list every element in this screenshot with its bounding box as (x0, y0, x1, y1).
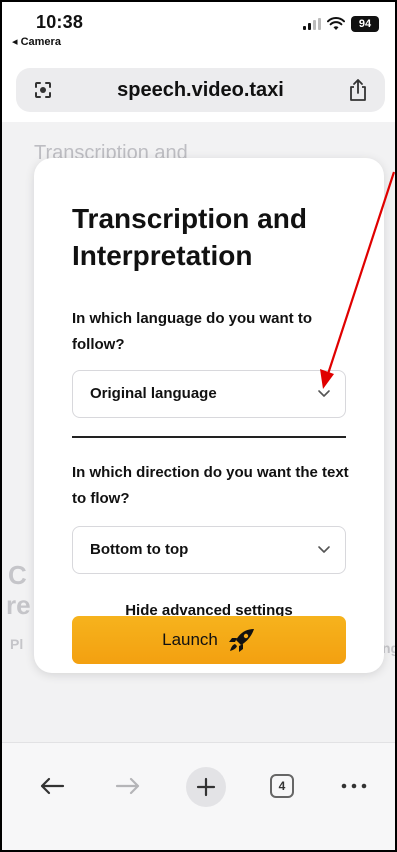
status-time: 10:38 (36, 12, 84, 32)
browser-toolbar: 4 (2, 742, 395, 850)
language-select-value: Original language (90, 385, 217, 402)
dialog-title: Transcription and Interpretation (72, 203, 307, 271)
back-arrow-icon (40, 777, 65, 795)
launch-button[interactable]: Launch (72, 616, 346, 664)
share-icon[interactable] (347, 78, 369, 102)
background-fragment: Pl (10, 636, 24, 652)
wifi-icon (327, 17, 345, 30)
tab-count: 4 (270, 774, 294, 798)
new-tab-button[interactable] (186, 767, 226, 807)
language-question: In which language do you want to follow? (72, 310, 312, 353)
launch-button-label: Launch (162, 630, 218, 649)
background-fragment: C (8, 560, 27, 590)
background-fragment: re (6, 590, 31, 620)
back-to-app-link[interactable]: ◂ Camera (12, 35, 61, 48)
direction-select-value: Bottom to top (90, 541, 189, 558)
forward-button[interactable] (108, 769, 148, 803)
back-button[interactable] (32, 769, 72, 803)
tabs-button[interactable]: 4 (262, 769, 302, 803)
language-select[interactable]: Original language (72, 370, 346, 418)
rocket-icon (228, 629, 254, 652)
address-bar[interactable]: speech.video.taxi (16, 68, 385, 112)
more-button[interactable] (334, 769, 374, 803)
url-text[interactable]: speech.video.taxi (16, 79, 385, 102)
chevron-down-icon (318, 546, 330, 553)
direction-select[interactable]: Bottom to top (72, 526, 346, 574)
status-bar: 10:38 ◂ Camera 94 (2, 2, 395, 60)
section-divider (72, 436, 346, 438)
plus-icon (196, 777, 216, 797)
battery-indicator: 94 (351, 16, 379, 32)
signal-icon (303, 18, 321, 30)
forward-arrow-icon (115, 777, 140, 795)
more-icon (341, 783, 367, 789)
settings-dialog: Transcription and Interpretation In whic… (34, 158, 384, 673)
status-icons: 94 (303, 16, 379, 32)
direction-question: In which direction do you want the text … (72, 464, 349, 507)
phone-frame: 10:38 ◂ Camera 94 speech.video.taxi Tran (0, 0, 397, 852)
chevron-down-icon (318, 390, 330, 397)
